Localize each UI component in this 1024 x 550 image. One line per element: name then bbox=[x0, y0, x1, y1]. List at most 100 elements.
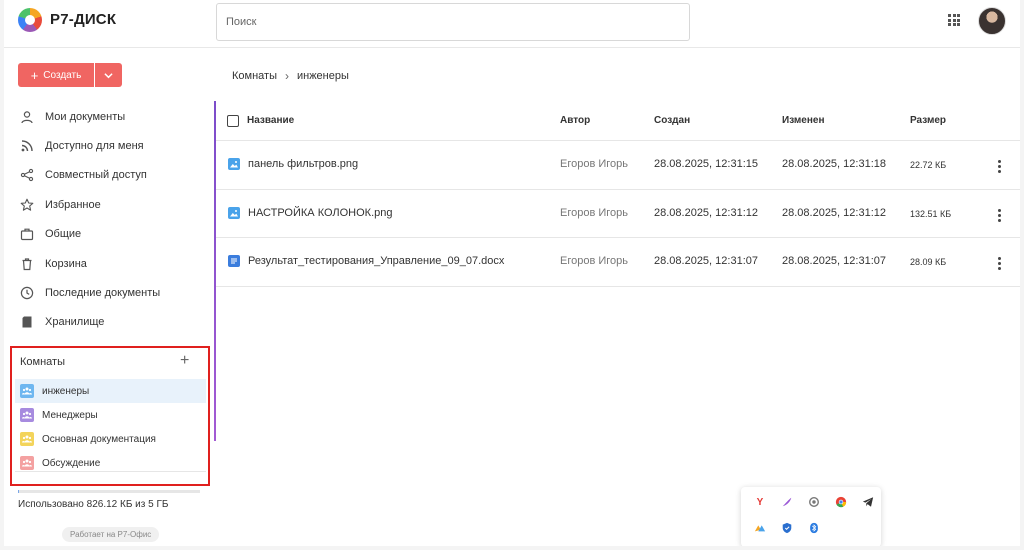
column-header-name[interactable]: Название bbox=[247, 115, 294, 126]
room-item[interactable]: Основная документация bbox=[15, 427, 206, 451]
sidebar-item-label: Последние документы bbox=[45, 287, 161, 300]
sidebar-item-label: Избранное bbox=[45, 198, 101, 211]
file-created: 28.08.2025, 12:31:07 bbox=[654, 255, 758, 267]
image-file-icon bbox=[228, 158, 240, 170]
file-modified: 28.08.2025, 12:31:07 bbox=[782, 255, 886, 267]
yandex-browser-icon[interactable]: Y bbox=[753, 495, 767, 509]
sidebar-item-label: Мои документы bbox=[45, 110, 126, 123]
sidebar-item-common[interactable]: Общие bbox=[4, 220, 214, 249]
room-label: Основная документация bbox=[42, 433, 156, 445]
logo-icon[interactable] bbox=[18, 8, 42, 32]
room-label: Обсуждение bbox=[42, 457, 101, 469]
table-header: Название Автор Создан Изменен Размер bbox=[216, 101, 1020, 141]
bluetooth-icon[interactable] bbox=[807, 521, 821, 535]
file-author: Егоров Игорь bbox=[560, 206, 629, 219]
top-bar: Р7-ДИСК bbox=[4, 0, 1020, 48]
files-table: Название Автор Создан Изменен Размер пан… bbox=[216, 101, 1020, 287]
column-header-created[interactable]: Создан bbox=[654, 115, 690, 126]
file-created: 28.08.2025, 12:31:15 bbox=[654, 158, 758, 170]
feather-app-icon[interactable] bbox=[780, 495, 794, 509]
sidebar-nav: Мои документы Доступно для меня Совместн… bbox=[4, 102, 214, 337]
avatar[interactable] bbox=[978, 7, 1006, 35]
more-options-icon[interactable] bbox=[998, 160, 1004, 173]
sidebar-item-trash[interactable]: Корзина bbox=[4, 249, 214, 278]
file-author: Егоров Игорь bbox=[560, 255, 629, 267]
sidebar-item-shared-access[interactable]: Совместный доступ bbox=[4, 161, 214, 190]
column-header-modified[interactable]: Изменен bbox=[782, 115, 825, 126]
room-label: инженеры bbox=[42, 385, 90, 397]
sidebar-item-favorites[interactable]: Избранное bbox=[4, 190, 214, 219]
breadcrumb-current: инженеры bbox=[296, 70, 349, 82]
select-all-checkbox[interactable] bbox=[227, 115, 239, 127]
trash-icon bbox=[20, 257, 34, 271]
file-size: 28.09 КБ bbox=[910, 257, 947, 267]
sidebar-item-shared-with-me[interactable]: Доступно для меня bbox=[4, 131, 214, 160]
clock-icon bbox=[20, 286, 34, 300]
room-item[interactable]: инженеры bbox=[15, 379, 206, 403]
table-row[interactable]: панель фильтров.png Егоров Игорь 28.08.2… bbox=[216, 141, 1020, 190]
cloud-drive-icon[interactable] bbox=[753, 521, 767, 535]
plus-icon: + bbox=[30, 67, 39, 83]
file-name[interactable]: Результат_тестирования_Управление_09_07.… bbox=[248, 255, 504, 267]
more-options-icon[interactable] bbox=[998, 257, 1004, 270]
table-row[interactable]: НАСТРОЙКА КОЛОНОК.png Егоров Игорь 28.08… bbox=[216, 190, 1020, 238]
sidebar-item-label: Доступно для меня bbox=[45, 140, 144, 153]
chevron-right-icon: › bbox=[284, 69, 289, 83]
quota-progress-fill bbox=[18, 490, 19, 493]
file-size: 132.51 КБ bbox=[910, 208, 952, 219]
sidebar-item-my-documents[interactable]: Мои документы bbox=[4, 102, 214, 131]
storage-icon bbox=[20, 315, 34, 329]
create-dropdown-button[interactable] bbox=[95, 63, 122, 87]
quota-progress bbox=[18, 490, 200, 493]
room-label: Менеджеры bbox=[42, 409, 98, 421]
room-group-icon bbox=[20, 408, 34, 422]
briefcase-icon bbox=[20, 227, 34, 241]
document-file-icon bbox=[228, 255, 240, 267]
file-modified: 28.08.2025, 12:31:18 bbox=[782, 158, 886, 170]
sidebar-item-label: Корзина bbox=[45, 257, 87, 270]
create-button-label: Создать bbox=[43, 69, 82, 81]
add-room-icon[interactable]: + bbox=[180, 352, 189, 370]
rss-icon bbox=[20, 139, 34, 153]
breadcrumb-root[interactable]: Комнаты bbox=[232, 70, 277, 82]
telegram-icon[interactable] bbox=[861, 495, 875, 509]
file-size: 22.72 КБ bbox=[910, 160, 947, 170]
more-options-icon[interactable] bbox=[998, 208, 1004, 222]
powered-by-badge[interactable]: Работает на Р7-Офис bbox=[62, 527, 160, 542]
sidebar-item-storage[interactable]: Хранилище bbox=[4, 308, 214, 337]
room-item[interactable]: Менеджеры bbox=[15, 403, 206, 427]
rooms-section: Комнаты + инженеры Менеджеры Основная до… bbox=[10, 346, 210, 486]
sidebar-item-label: Хранилище bbox=[45, 316, 105, 329]
chrome-icon[interactable] bbox=[834, 495, 848, 509]
file-created: 28.08.2025, 12:31:12 bbox=[654, 206, 758, 219]
file-author: Егоров Игорь bbox=[560, 158, 629, 170]
room-group-icon bbox=[20, 456, 34, 470]
file-name[interactable]: НАСТРОЙКА КОЛОНОК.png bbox=[248, 207, 393, 219]
app-window: Р7-ДИСК + Создать Мои документы bbox=[4, 0, 1020, 546]
file-name[interactable]: панель фильтров.png bbox=[248, 158, 358, 170]
system-tray-popup: Y bbox=[741, 487, 881, 546]
breadcrumb: Комнаты › инженеры bbox=[232, 69, 349, 83]
column-header-size[interactable]: Размер bbox=[910, 115, 946, 126]
image-file-icon bbox=[228, 206, 240, 219]
search-input[interactable] bbox=[216, 3, 690, 41]
security-shield-icon[interactable] bbox=[780, 521, 794, 535]
quota-text: Использовано 826.12 КБ из 5 ГБ bbox=[18, 499, 169, 510]
sidebar-item-label: Совместный доступ bbox=[45, 169, 147, 182]
rooms-title: Комнаты bbox=[20, 356, 65, 368]
divider bbox=[15, 471, 206, 472]
apps-grid-icon[interactable] bbox=[948, 14, 960, 26]
room-group-icon bbox=[20, 384, 34, 398]
chevron-down-icon bbox=[104, 72, 113, 78]
star-icon bbox=[20, 198, 34, 212]
room-group-icon bbox=[20, 432, 34, 446]
sidebar-item-recent[interactable]: Последние документы bbox=[4, 278, 214, 307]
file-modified: 28.08.2025, 12:31:12 bbox=[782, 206, 886, 219]
sidebar: + Создать Мои документы Доступно для мен… bbox=[4, 48, 214, 546]
column-header-author[interactable]: Автор bbox=[560, 115, 590, 126]
sync-app-icon[interactable] bbox=[807, 495, 821, 509]
create-button[interactable]: + Создать bbox=[18, 63, 94, 87]
sidebar-item-label: Общие bbox=[45, 228, 82, 241]
share-icon bbox=[20, 168, 34, 182]
table-row[interactable]: Результат_тестирования_Управление_09_07.… bbox=[216, 238, 1020, 287]
